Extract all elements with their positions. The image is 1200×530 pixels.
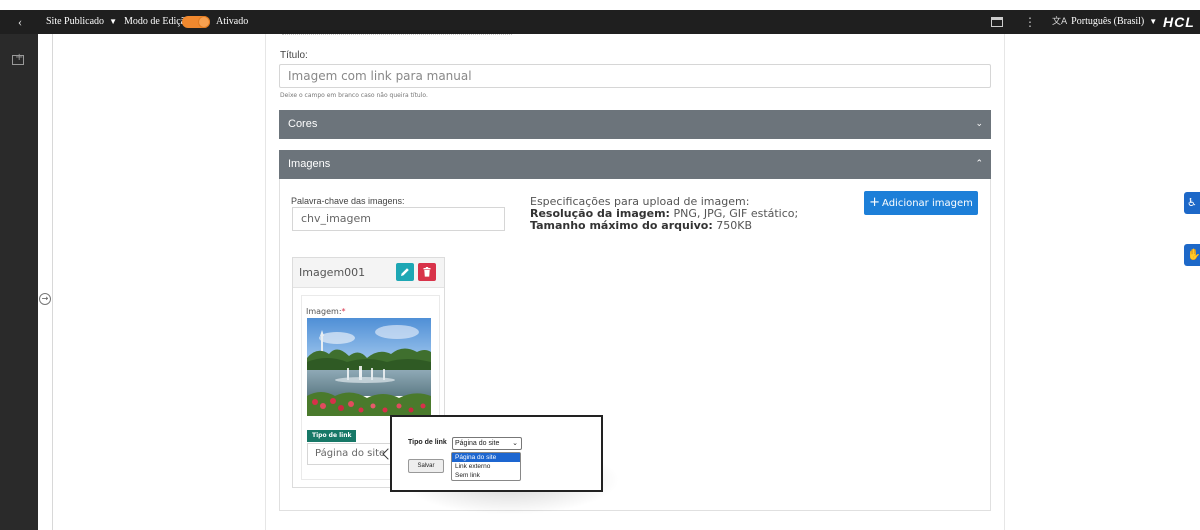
link-type-popup: Tipo de link Página do site ⌄ Salvar Pági… <box>390 415 603 492</box>
link-type-select[interactable]: Página do site ⌄ <box>452 437 522 450</box>
section-imagens-header[interactable]: Imagens ⌃ <box>279 150 991 179</box>
edit-mode-toggle[interactable] <box>182 16 210 28</box>
section-imagens-label: Imagens <box>288 158 331 170</box>
sign-language-button[interactable]: ✋ <box>1184 244 1200 266</box>
title-hint: Deixe o campo em branco caso não queira … <box>280 92 428 99</box>
chevron-up-icon: ⌃ <box>975 159 983 169</box>
option-pagina-do-site[interactable]: Página do site <box>452 453 520 462</box>
left-gutter <box>0 34 38 530</box>
translate-icon: 文A <box>1052 17 1068 27</box>
cropped-text-remnant <box>282 34 512 38</box>
chevron-left-icon[interactable]: ‹ <box>12 10 28 34</box>
image-card-title: Imagem001 <box>299 266 366 279</box>
title-label: Título: <box>280 50 308 61</box>
accessibility-icon: ♿ <box>1187 196 1197 209</box>
chevron-down-icon: ⌄ <box>512 439 518 447</box>
image-thumbnail <box>307 318 431 416</box>
plus-icon: + <box>869 195 881 210</box>
save-button[interactable]: Salvar <box>408 459 444 473</box>
site-published-label: Site Publicado <box>46 16 105 27</box>
language-label: Português (Brasil) <box>1071 16 1145 27</box>
delete-image-button[interactable] <box>418 263 436 281</box>
language-selector[interactable]: 文A Português (Brasil) ▼ <box>1052 10 1157 34</box>
image-label: Imagem:* <box>306 307 346 316</box>
add-image-button[interactable]: + Adicionar imagem <box>864 191 978 215</box>
popup-link-type-label: Tipo de link <box>408 439 447 446</box>
add-panel-icon[interactable] <box>12 52 24 65</box>
brand-logo: HCL <box>1163 14 1195 30</box>
required-mark: * <box>341 307 346 316</box>
pencil-icon <box>401 268 409 276</box>
link-type-options: Página do site Link externo Sem link <box>451 452 521 481</box>
site-published-menu[interactable]: Site Publicado ▼ <box>46 10 117 34</box>
chevron-down-icon: ⌄ <box>975 119 983 129</box>
keyword-label: Palavra-chave das imagens: <box>291 196 405 206</box>
title-input[interactable]: Imagem com link para manual <box>279 64 991 88</box>
section-cores-header[interactable]: Cores ⌄ <box>279 110 991 139</box>
calendar-icon[interactable] <box>991 17 1003 27</box>
hands-icon: ✋ <box>1187 248 1200 261</box>
trash-icon <box>423 267 431 277</box>
caret-down-icon: ▼ <box>109 17 117 26</box>
image-card-header: Imagem001 <box>293 258 444 288</box>
more-options-icon[interactable]: ⋮ <box>1024 10 1036 34</box>
edit-image-button[interactable] <box>396 263 414 281</box>
option-sem-link[interactable]: Sem link <box>452 471 520 480</box>
upload-specs: Especificações para upload de imagem: Re… <box>530 196 798 232</box>
edit-mode-state: Ativado <box>216 16 249 27</box>
link-type-badge: Tipo de link <box>307 430 357 442</box>
expand-arrow-icon[interactable]: → <box>39 293 51 305</box>
panel-divider <box>52 34 53 530</box>
top-toolbar: ‹ Site Publicado ▼ Modo de Edição: Ativad… <box>0 0 1200 34</box>
toggle-knob <box>198 16 210 28</box>
section-cores-label: Cores <box>288 118 318 130</box>
accessibility-button[interactable]: ♿ <box>1184 192 1200 214</box>
option-link-externo[interactable]: Link externo <box>452 462 520 471</box>
caret-down-icon: ▼ <box>1149 17 1158 26</box>
keyword-input[interactable]: chv_imagem <box>292 207 505 231</box>
spec-max-size: Tamanho máximo do arquivo: 750KB <box>530 219 753 232</box>
